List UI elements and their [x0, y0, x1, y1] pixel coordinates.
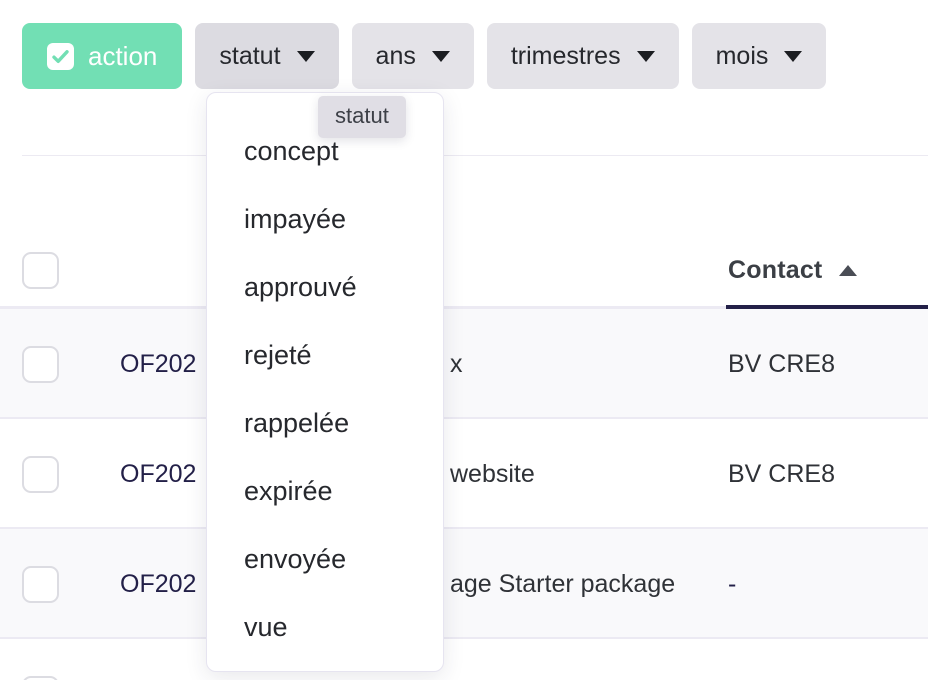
table-row[interactable]: OF202 website BV CRE8	[0, 419, 928, 529]
action-button-label: action	[88, 40, 158, 71]
dropdown-item-rappelee[interactable]: rappelée	[207, 389, 443, 457]
table-row[interactable]: OF202 age Starter package -	[0, 529, 928, 639]
dropdown-item-rejete[interactable]: rejeté	[207, 321, 443, 389]
chevron-down-icon	[784, 50, 803, 62]
chevron-down-icon	[431, 50, 450, 62]
row-select-cell	[22, 345, 120, 383]
row-select-cell	[22, 675, 120, 680]
row-checkbox[interactable]	[22, 565, 59, 603]
dropdown-item-vue[interactable]: vue	[207, 593, 443, 661]
app-screen: action statut ans trimestres mois Contac…	[0, 0, 928, 680]
toolbar-divider	[22, 155, 928, 156]
header-contact-cell[interactable]: Contact	[728, 256, 928, 285]
checkbox-checked-icon	[47, 42, 74, 70]
header-contact-label: Contact	[728, 256, 823, 284]
row-select-cell	[22, 565, 120, 603]
statut-tooltip: statut	[318, 96, 406, 138]
dropdown-item-impayee[interactable]: impayée	[207, 185, 443, 253]
select-all-cell	[22, 252, 120, 289]
select-all-checkbox[interactable]	[22, 252, 59, 289]
sort-ascending-icon	[839, 265, 858, 276]
row-select-cell	[22, 455, 120, 493]
filter-trimestres-button[interactable]: trimestres	[486, 23, 679, 89]
filter-trimestres-label: trimestres	[510, 41, 621, 70]
statut-dropdown-menu: concept impayée approuvé rejeté rappelée…	[206, 92, 444, 672]
filter-ans-label: ans	[375, 41, 416, 70]
row-description: x	[450, 349, 463, 378]
row-checkbox[interactable]	[22, 675, 59, 680]
filter-statut-button[interactable]: statut	[195, 23, 339, 89]
offers-table: Contact OF202 x BV CRE8 OF202 website BV…	[0, 232, 928, 680]
dropdown-item-envoyee[interactable]: envoyée	[207, 525, 443, 593]
filter-mois-button[interactable]: mois	[691, 23, 827, 89]
filter-ans-button[interactable]: ans	[351, 23, 474, 89]
table-header-row: Contact	[0, 232, 928, 309]
action-button[interactable]: action	[22, 23, 183, 89]
row-checkbox[interactable]	[22, 345, 59, 383]
row-contact: BV CRE8	[728, 459, 835, 488]
table-row[interactable]	[0, 639, 928, 680]
filter-mois-label: mois	[715, 41, 769, 70]
filter-toolbar: action statut ans trimestres mois	[22, 23, 827, 89]
row-description: website	[450, 459, 535, 488]
row-checkbox[interactable]	[22, 455, 59, 493]
chevron-down-icon	[636, 50, 655, 62]
filter-statut-label: statut	[219, 41, 281, 70]
chevron-down-icon	[296, 50, 315, 62]
row-description: age Starter package	[450, 569, 676, 598]
dropdown-item-expiree[interactable]: expirée	[207, 457, 443, 525]
row-contact: -	[728, 569, 737, 598]
dropdown-item-approuve[interactable]: approuvé	[207, 253, 443, 321]
row-contact: BV CRE8	[728, 349, 835, 378]
table-row[interactable]: OF202 x BV CRE8	[0, 309, 928, 419]
